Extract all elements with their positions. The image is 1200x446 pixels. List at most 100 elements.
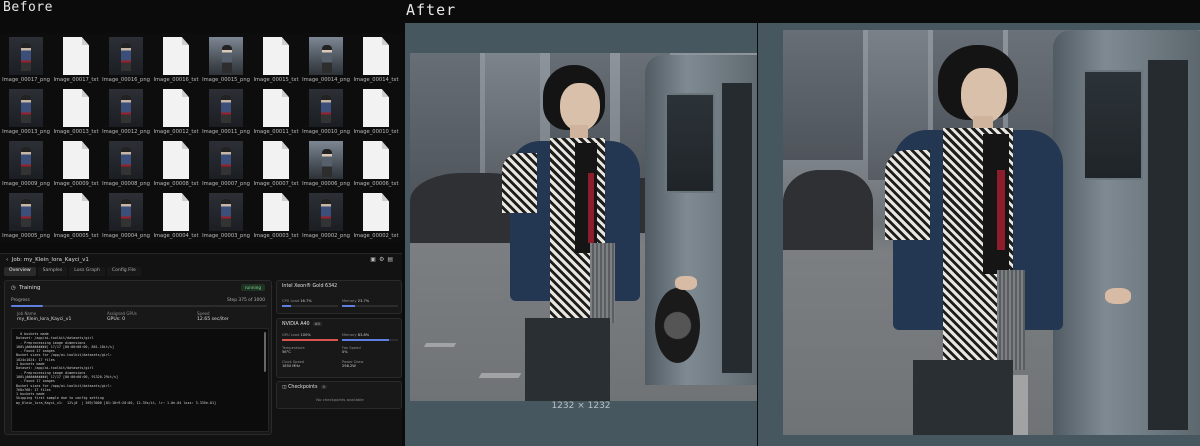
text-file[interactable]: Image_00008_txt <box>151 137 201 189</box>
tab-config-file[interactable]: Config File <box>106 267 141 276</box>
text-file[interactable]: Image_00009_txt <box>51 137 101 189</box>
image-file[interactable]: Image_00016_png <box>101 33 151 85</box>
text-file[interactable]: Image_00004_txt <box>151 189 201 241</box>
document-icon <box>163 89 189 127</box>
file-name: Image_00004_png <box>102 233 150 239</box>
text-file[interactable]: Image_00006_txt <box>351 137 401 189</box>
image-file[interactable]: Image_00005_png <box>1 189 51 241</box>
image-file[interactable]: Image_00006_png <box>301 137 351 189</box>
tab-overview[interactable]: Overview <box>4 267 36 276</box>
image-thumbnail <box>309 89 343 127</box>
image-thumbnail <box>9 89 43 127</box>
text-file[interactable]: Image_00012_txt <box>151 85 201 137</box>
file-name: Image_00016_txt <box>153 77 199 83</box>
image-file[interactable]: Image_00013_png <box>1 85 51 137</box>
progress-label: Progress <box>11 298 30 303</box>
progress-step: Step 375 of 3000 <box>227 298 265 303</box>
job-title[interactable]: ‹ Job: my_Klein_lora_Kayci_v1 <box>6 257 89 263</box>
document-icon <box>263 37 289 75</box>
delete-icon[interactable]: ▤ <box>387 256 396 263</box>
progress-fill <box>11 305 43 307</box>
text-file[interactable]: Image_00017_txt <box>51 33 101 85</box>
image-file[interactable]: Image_00012_png <box>101 85 151 137</box>
metric-fill <box>342 305 356 307</box>
file-name: Image_00004_txt <box>153 233 199 239</box>
document-icon <box>63 193 89 231</box>
image-dimensions: 1232 × 1232 <box>551 401 611 411</box>
comparison-screen: Before Image_00017_png Image_00017_txt Ima… <box>0 0 1200 446</box>
stat-value: 12.65 sec/iter <box>197 317 229 322</box>
text-file[interactable]: Image_00002_txt <box>351 189 401 241</box>
file-name: Image_00014_txt <box>353 77 399 83</box>
image-file[interactable]: Image_00008_png <box>101 137 151 189</box>
metric-label: GPU Load 100% <box>282 333 311 337</box>
image-thumbnail <box>309 37 343 75</box>
metric-bar <box>342 305 398 307</box>
file-name: Image_00009_png <box>2 181 50 187</box>
status-badge: running <box>240 284 265 291</box>
image-thumbnail <box>9 141 43 179</box>
checkpoints-title: ◫ Checkpoints 0 <box>282 385 327 390</box>
image-file[interactable]: Image_00017_png <box>1 33 51 85</box>
gpu-detail: Clock Speed 1650 MHz <box>282 360 305 368</box>
file-name: Image_00017_txt <box>53 77 99 83</box>
image-file[interactable]: Image_00003_png <box>201 189 251 241</box>
log-scrollbar[interactable] <box>264 332 266 372</box>
document-icon <box>163 193 189 231</box>
file-name: Image_00010_txt <box>353 129 399 135</box>
image-thumbnail <box>109 141 143 179</box>
file-grid: Image_00017_png Image_00017_txt Image_0001… <box>0 33 402 243</box>
text-file[interactable]: Image_00010_txt <box>351 85 401 137</box>
text-file[interactable]: Image_00013_txt <box>51 85 101 137</box>
text-file[interactable]: Image_00003_txt <box>251 189 301 241</box>
before-label: Before <box>3 0 53 15</box>
result-image-left[interactable] <box>410 53 757 401</box>
cpu-card: Intel Xeon® Gold 6342 CPU Load 16.7% Memo… <box>276 280 402 314</box>
result-image-right[interactable] <box>783 30 1200 435</box>
file-name: Image_00014_png <box>302 77 350 83</box>
text-file[interactable]: Image_00016_txt <box>151 33 201 85</box>
stat-item: Assigned GPUs GPUs: 0 <box>107 311 187 322</box>
gpu-detail: Temperature 56°C <box>282 346 305 354</box>
image-file[interactable]: Image_00009_png <box>1 137 51 189</box>
progress-bar <box>11 305 267 307</box>
document-icon <box>263 141 289 179</box>
document-icon <box>363 141 389 179</box>
image-file[interactable]: Image_00002_png <box>301 189 351 241</box>
image-file[interactable]: Image_00015_png <box>201 33 251 85</box>
training-card: ◷ Training running Progress Step 375 of … <box>4 280 272 435</box>
image-thumbnail <box>109 89 143 127</box>
text-file[interactable]: Image_00011_txt <box>251 85 301 137</box>
file-name: Image_00008_png <box>102 181 150 187</box>
file-name: Image_00009_txt <box>53 181 99 187</box>
image-file[interactable]: Image_00010_png <box>301 85 351 137</box>
text-file[interactable]: Image_00014_txt <box>351 33 401 85</box>
text-file[interactable]: Image_00007_txt <box>251 137 301 189</box>
training-title: ◷ Training <box>11 285 41 291</box>
no-checkpoints-text: No checkpoints available <box>316 397 364 402</box>
document-icon <box>63 141 89 179</box>
image-thumbnail <box>309 193 343 231</box>
file-name: Image_00012_png <box>102 129 150 135</box>
image-file[interactable]: Image_00007_png <box>201 137 251 189</box>
document-icon <box>363 89 389 127</box>
stat-item: Speed 12.65 sec/iter <box>197 311 277 322</box>
training-log[interactable]: 0 buckets made Dataset: /app/ai-toolkit/… <box>11 328 269 432</box>
text-file[interactable]: Image_00005_txt <box>51 189 101 241</box>
tab-loss-graph[interactable]: Loss Graph <box>69 267 105 276</box>
stat-label: Assigned GPUs <box>107 311 137 316</box>
image-thumbnail <box>109 193 143 231</box>
job-tabs: Overview Samples Loss Graph Config File <box>4 267 141 276</box>
image-file[interactable]: Image_00004_png <box>101 189 151 241</box>
document-icon <box>163 141 189 179</box>
save-icon[interactable]: ▣ <box>370 256 379 263</box>
metric-bar <box>282 339 338 341</box>
image-file[interactable]: Image_00011_png <box>201 85 251 137</box>
file-name: Image_00003_txt <box>253 233 299 239</box>
image-file[interactable]: Image_00014_png <box>301 33 351 85</box>
tab-samples[interactable]: Samples <box>37 267 68 276</box>
file-name: Image_00006_png <box>302 181 350 187</box>
text-file[interactable]: Image_00015_txt <box>251 33 301 85</box>
file-name: Image_00005_txt <box>53 233 99 239</box>
image-thumbnail <box>209 193 243 231</box>
